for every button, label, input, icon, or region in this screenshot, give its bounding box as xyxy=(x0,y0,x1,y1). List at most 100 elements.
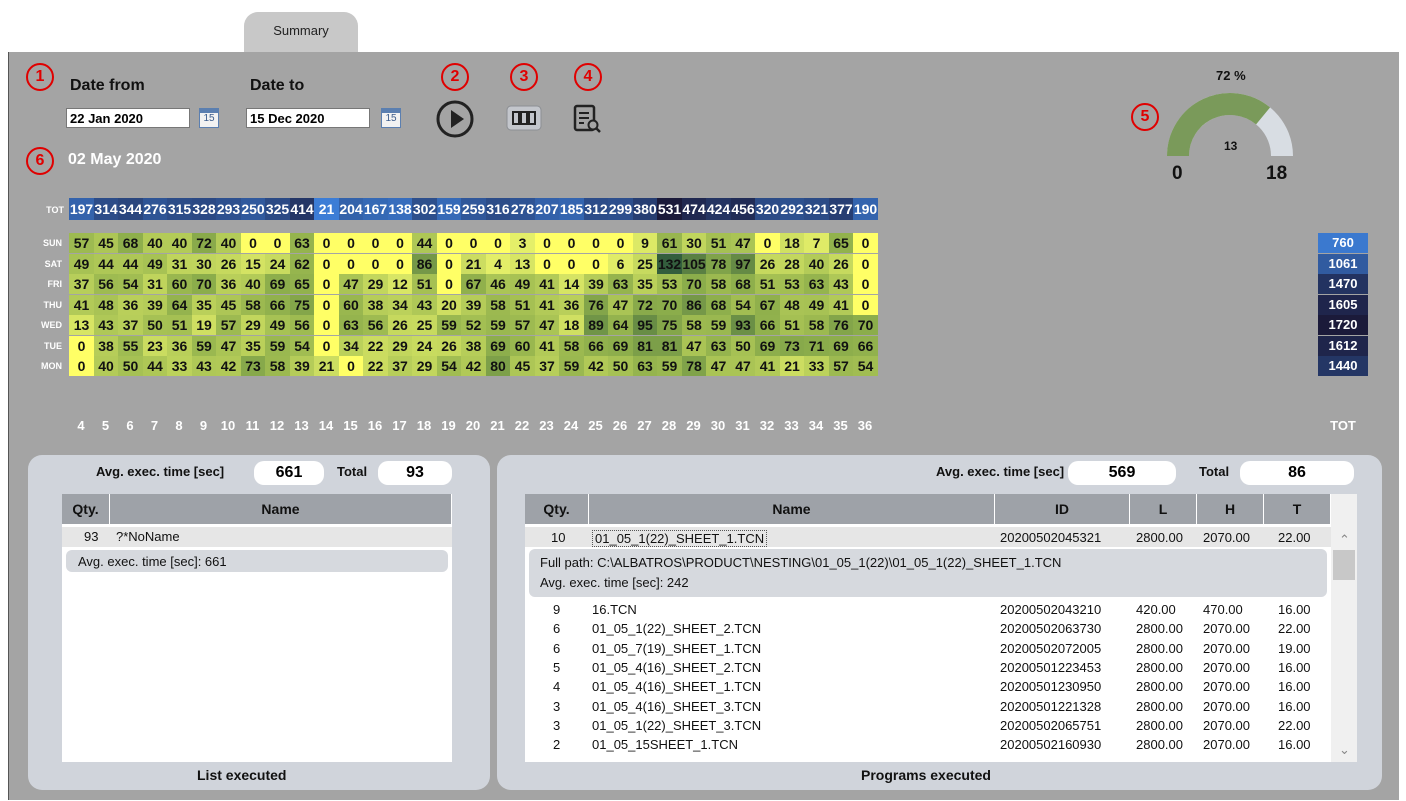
heatmap-cell[interactable]: 41 xyxy=(69,294,94,315)
heatmap-cell[interactable]: 56 xyxy=(363,315,388,335)
heatmap-cell[interactable]: 24 xyxy=(265,253,290,274)
heatmap-cell[interactable]: 38 xyxy=(93,335,119,356)
heatmap-cell[interactable]: 43 xyxy=(191,356,217,376)
heatmap-week-total[interactable]: 159 xyxy=(436,198,462,220)
heatmap-cell[interactable]: 13 xyxy=(510,253,535,274)
heatmap-cell[interactable]: 30 xyxy=(681,233,707,253)
heatmap-week-total[interactable]: 302 xyxy=(412,198,437,220)
heatmap-cell[interactable]: 35 xyxy=(240,335,266,356)
heatmap-cell[interactable]: 9 xyxy=(632,233,658,253)
heatmap-cell[interactable]: 50 xyxy=(142,315,168,335)
heatmap-week-total[interactable]: 474 xyxy=(681,198,707,220)
heatmap-week-total[interactable]: 315 xyxy=(167,198,192,220)
heatmap-cell[interactable]: 57 xyxy=(828,356,854,376)
heatmap-cell[interactable]: 19 xyxy=(191,315,217,335)
heatmap-cell[interactable]: 0 xyxy=(387,253,413,274)
heatmap-cell[interactable]: 95 xyxy=(632,315,658,335)
heatmap-day-total[interactable]: 1061 xyxy=(1318,253,1368,274)
heatmap-cell[interactable]: 39 xyxy=(289,356,315,376)
heatmap-cell[interactable]: 60 xyxy=(167,274,192,294)
heatmap-week-total[interactable]: 325 xyxy=(265,198,290,220)
heatmap-cell[interactable]: 44 xyxy=(412,233,437,253)
heatmap-week-total[interactable]: 138 xyxy=(387,198,413,220)
heatmap-cell[interactable]: 3 xyxy=(510,233,535,253)
heatmap-cell[interactable]: 67 xyxy=(461,274,486,294)
heatmap-cell[interactable]: 45 xyxy=(93,233,119,253)
heatmap-week-total[interactable]: 299 xyxy=(608,198,633,220)
programs-col-h[interactable]: H xyxy=(1197,494,1264,524)
heatmap-cell[interactable]: 0 xyxy=(583,233,609,253)
heatmap-week-total[interactable]: 312 xyxy=(583,198,609,220)
heatmap-week-total[interactable]: 320 xyxy=(755,198,780,220)
heatmap-cell[interactable]: 0 xyxy=(314,294,339,315)
heatmap-cell[interactable]: 22 xyxy=(363,356,388,376)
heatmap-cell[interactable]: 23 xyxy=(142,335,168,356)
heatmap-cell[interactable]: 0 xyxy=(314,233,339,253)
chevron-up-icon[interactable]: ⌃ xyxy=(1339,532,1350,548)
heatmap-cell[interactable]: 69 xyxy=(755,335,780,356)
heatmap-cell[interactable]: 30 xyxy=(191,253,217,274)
heatmap-cell[interactable]: 42 xyxy=(461,356,486,376)
heatmap-cell[interactable]: 47 xyxy=(681,335,707,356)
heatmap-cell[interactable]: 37 xyxy=(534,356,560,376)
heatmap-cell[interactable]: 18 xyxy=(559,315,584,335)
heatmap-cell[interactable]: 41 xyxy=(755,356,780,376)
heatmap-cell[interactable]: 57 xyxy=(69,233,94,253)
heatmap-cell[interactable]: 46 xyxy=(485,274,511,294)
heatmap-cell[interactable]: 89 xyxy=(583,315,609,335)
heatmap-cell[interactable]: 71 xyxy=(804,335,829,356)
heatmap-cell[interactable]: 68 xyxy=(706,294,731,315)
list-col-qty[interactable]: Qty. xyxy=(62,494,110,524)
programs-col-name[interactable]: Name xyxy=(589,494,995,524)
heatmap-cell[interactable]: 55 xyxy=(118,335,143,356)
heatmap-cell[interactable]: 63 xyxy=(804,274,829,294)
heatmap-cell[interactable]: 0 xyxy=(485,233,511,253)
heatmap-cell[interactable]: 70 xyxy=(657,294,682,315)
heatmap-cell[interactable]: 40 xyxy=(240,274,266,294)
report-search-icon[interactable] xyxy=(571,103,603,135)
heatmap-week-total[interactable]: 250 xyxy=(240,198,266,220)
heatmap-week-total[interactable]: 167 xyxy=(363,198,388,220)
heatmap-cell[interactable]: 33 xyxy=(804,356,829,376)
heatmap-cell[interactable]: 67 xyxy=(755,294,780,315)
heatmap-cell[interactable]: 73 xyxy=(240,356,266,376)
date-from-field[interactable]: 22 Jan 2020 xyxy=(66,108,190,128)
heatmap-cell[interactable]: 21 xyxy=(779,356,805,376)
heatmap-cell[interactable]: 105 xyxy=(681,253,707,274)
heatmap-day-total[interactable]: 1605 xyxy=(1318,294,1368,315)
heatmap-cell[interactable]: 70 xyxy=(191,274,217,294)
heatmap-cell[interactable]: 0 xyxy=(534,233,560,253)
heatmap-cell[interactable]: 42 xyxy=(583,356,609,376)
heatmap-cell[interactable]: 0 xyxy=(436,274,462,294)
heatmap-cell[interactable]: 36 xyxy=(118,294,143,315)
heatmap-cell[interactable]: 58 xyxy=(559,335,584,356)
heatmap-cell[interactable]: 47 xyxy=(216,335,241,356)
heatmap-cell[interactable]: 50 xyxy=(118,356,143,376)
heatmap-cell[interactable]: 18 xyxy=(779,233,805,253)
heatmap-cell[interactable]: 58 xyxy=(240,294,266,315)
heatmap-cell[interactable]: 65 xyxy=(289,274,315,294)
heatmap-cell[interactable]: 26 xyxy=(828,253,854,274)
heatmap-cell[interactable]: 61 xyxy=(657,233,682,253)
heatmap-cell[interactable]: 63 xyxy=(632,356,658,376)
heatmap-cell[interactable]: 80 xyxy=(485,356,511,376)
heatmap-cell[interactable]: 7 xyxy=(804,233,829,253)
heatmap-cell[interactable]: 59 xyxy=(559,356,584,376)
heatmap-cell[interactable]: 76 xyxy=(583,294,609,315)
heatmap-cell[interactable]: 0 xyxy=(338,253,364,274)
heatmap-cell[interactable]: 62 xyxy=(289,253,315,274)
heatmap-cell[interactable]: 47 xyxy=(534,315,560,335)
heatmap-week-total[interactable]: 328 xyxy=(191,198,217,220)
heatmap-cell[interactable]: 0 xyxy=(69,356,94,376)
heatmap-cell[interactable]: 51 xyxy=(412,274,437,294)
heatmap-week-total[interactable]: 292 xyxy=(779,198,805,220)
heatmap-cell[interactable]: 34 xyxy=(338,335,364,356)
heatmap-cell[interactable]: 64 xyxy=(167,294,192,315)
heatmap-cell[interactable]: 53 xyxy=(657,274,682,294)
heatmap-cell[interactable]: 34 xyxy=(387,294,413,315)
heatmap-cell[interactable]: 43 xyxy=(828,274,854,294)
heatmap-cell[interactable]: 25 xyxy=(632,253,658,274)
heatmap-cell[interactable]: 0 xyxy=(338,356,364,376)
heatmap-week-total[interactable]: 204 xyxy=(338,198,364,220)
heatmap-cell[interactable]: 70 xyxy=(853,315,878,335)
